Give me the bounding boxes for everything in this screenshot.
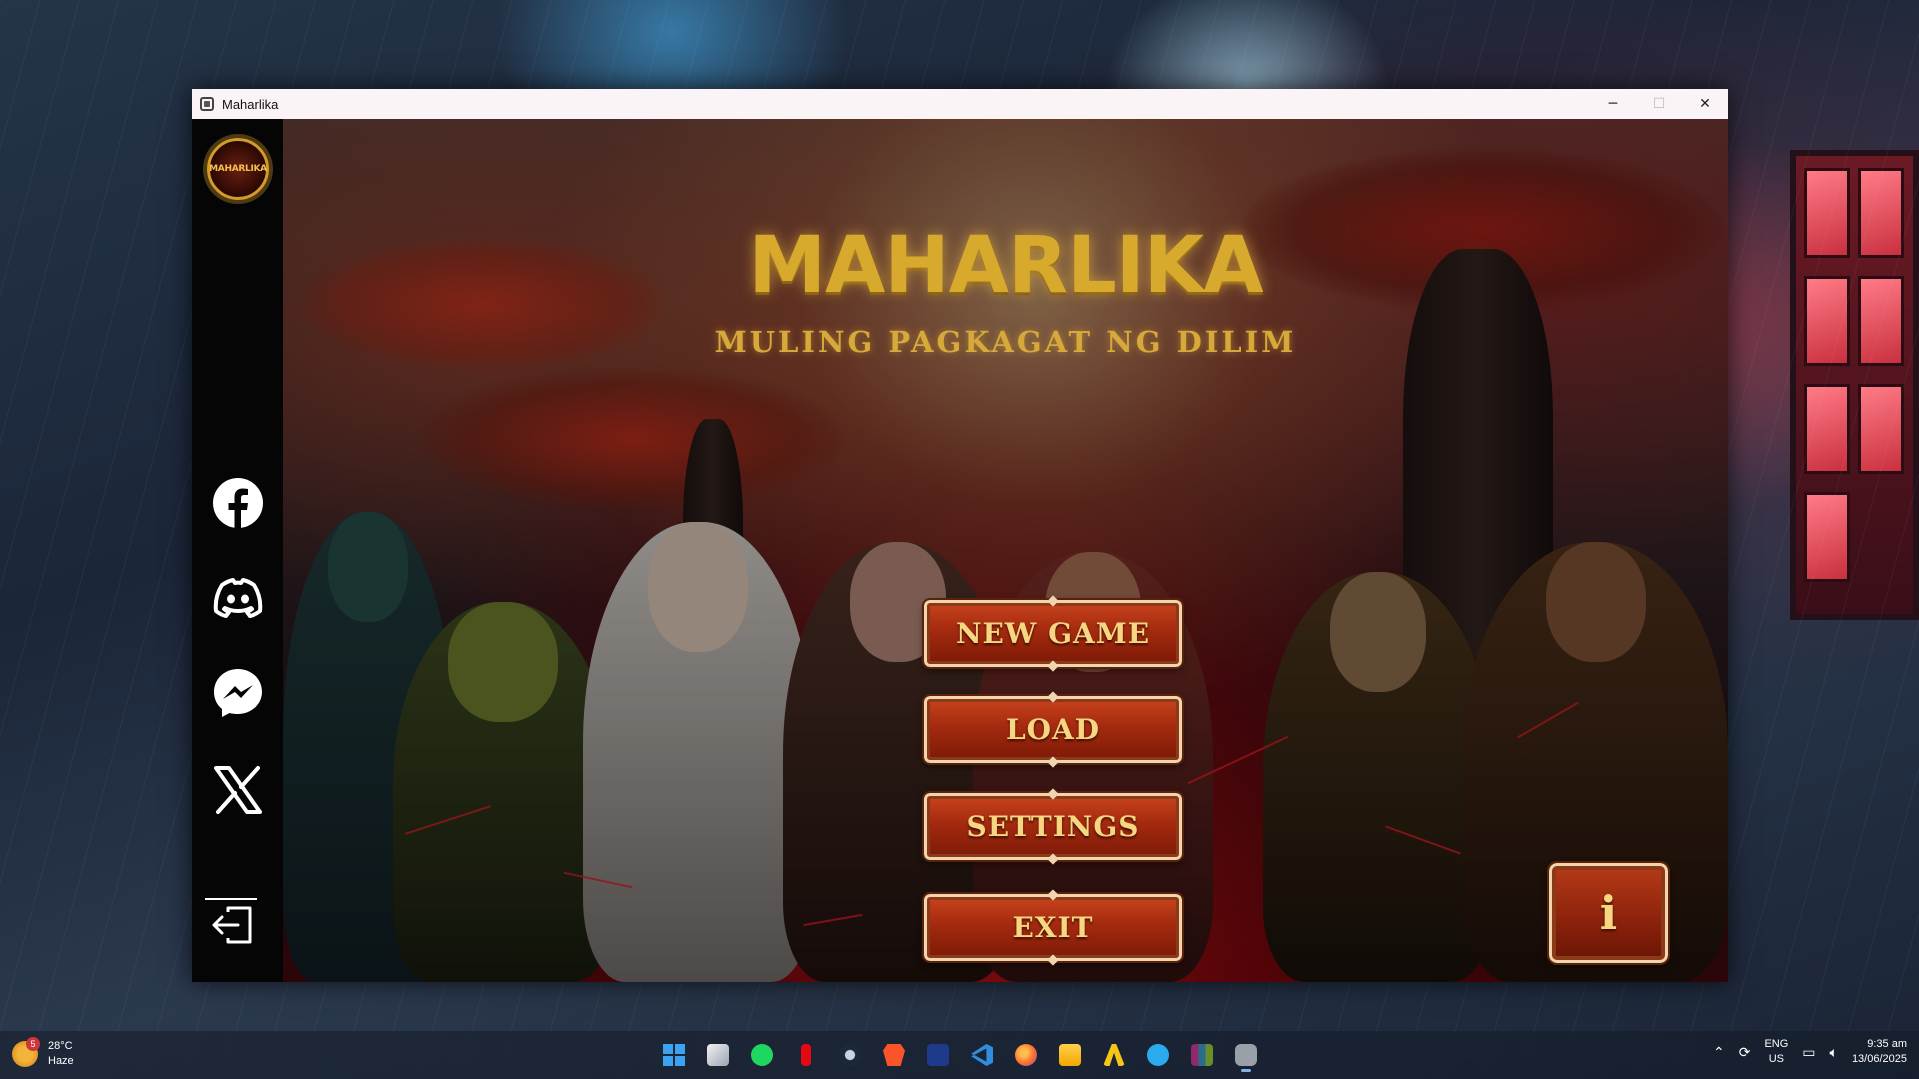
telegram-button[interactable] <box>1140 1037 1176 1073</box>
sidebar: MAHARLIKA <box>192 119 283 982</box>
logo-text: MAHARLIKA <box>209 164 267 174</box>
language-indicator[interactable]: ENG US <box>1764 1037 1788 1067</box>
brave-icon <box>883 1044 905 1066</box>
app-icon-blue <box>927 1044 949 1066</box>
chevron-up-icon[interactable]: ⌃ <box>1713 1044 1725 1061</box>
file-explorer-button[interactable] <box>1052 1037 1088 1073</box>
winrar-button[interactable] <box>1184 1037 1220 1073</box>
facebook-icon <box>213 478 263 529</box>
app-content: MAHARLIKA MAHARLIKA MULING PAGKAGAT NG D… <box>192 119 1728 982</box>
new-game-button[interactable]: NEW GAME <box>922 598 1184 669</box>
network-icon[interactable]: ▭ <box>1802 1044 1815 1061</box>
messenger-icon <box>214 669 262 717</box>
netflix-icon <box>801 1044 811 1066</box>
netflix-button[interactable] <box>788 1037 824 1073</box>
app-button[interactable] <box>920 1037 956 1073</box>
system-tray: ⌃ ⟳ ENG US ▭ 🔈︎ 9:35 am 13/06/2025 <box>1713 1037 1907 1067</box>
weather-sun-icon: 5 <box>12 1037 40 1067</box>
region-code: US <box>1768 1053 1785 1065</box>
steam-icon <box>839 1044 861 1066</box>
vscode-button[interactable] <box>964 1037 1000 1073</box>
app-button-gold[interactable] <box>1096 1037 1132 1073</box>
window-controls: ─ ☐ ✕ <box>1590 89 1728 119</box>
close-button[interactable]: ✕ <box>1682 89 1728 119</box>
taskbar-apps <box>656 1037 1264 1073</box>
weather-info: 28°C Haze <box>48 1039 74 1069</box>
title-bar[interactable]: Maharlika ─ ☐ ✕ <box>192 89 1728 119</box>
game-logo: MAHARLIKA <box>201 137 275 201</box>
taskbar: 5 28°C Haze ⌃ ⟳ ENG US ▭ 🔈︎ 9:35 am 13/0… <box>0 1031 1919 1079</box>
window-title: Maharlika <box>222 96 279 112</box>
clock-date: 13/06/2025 <box>1851 1053 1907 1065</box>
discord-icon <box>213 578 263 618</box>
minimize-button[interactable]: ─ <box>1590 89 1636 119</box>
game-title: MAHARLIKA <box>748 221 1263 311</box>
wallpaper-pane <box>1858 276 1904 366</box>
language-code: ENG <box>1764 1038 1789 1050</box>
info-button[interactable]: i <box>1547 861 1670 965</box>
discord-button[interactable] <box>209 569 267 627</box>
app-icon <box>200 97 214 111</box>
x-icon <box>214 766 262 814</box>
spotify-button[interactable] <box>744 1037 780 1073</box>
telegram-icon <box>1147 1044 1169 1066</box>
clock-time: 9:35 am <box>1867 1038 1907 1050</box>
wallpaper-pane <box>1858 384 1904 474</box>
spotify-icon <box>751 1044 773 1066</box>
wallpaper-pane <box>1858 168 1904 258</box>
windows-icon <box>663 1044 685 1066</box>
wallpaper-pane <box>1804 384 1850 474</box>
x-button[interactable] <box>209 761 267 819</box>
settings-button[interactable]: SETTINGS <box>922 791 1184 862</box>
vscode-icon <box>971 1044 993 1066</box>
winrar-icon <box>1191 1044 1213 1066</box>
weather-alert-badge: 5 <box>26 1037 40 1051</box>
wallpaper-red-window <box>1790 150 1919 620</box>
firefox-icon <box>1015 1044 1037 1066</box>
start-button[interactable] <box>656 1037 692 1073</box>
sync-icon[interactable]: ⟳ <box>1739 1044 1751 1061</box>
brave-button[interactable] <box>876 1037 912 1073</box>
maximize-button[interactable]: ☐ <box>1636 89 1682 119</box>
load-button[interactable]: LOAD <box>922 694 1184 765</box>
logo-emblem: MAHARLIKA <box>207 138 269 200</box>
app-icon-gold <box>1103 1044 1125 1066</box>
firefox-button[interactable] <box>1008 1037 1044 1073</box>
wallpaper-pane <box>1804 276 1850 366</box>
exit-button[interactable]: EXIT <box>922 892 1184 963</box>
wallpaper-pane <box>1804 168 1850 258</box>
game-subtitle: MULING PAGKAGAT NG DILIM <box>714 325 1297 359</box>
folder-icon <box>1059 1044 1081 1066</box>
task-view-button[interactable] <box>700 1037 736 1073</box>
maharlika-app-icon <box>1235 1044 1257 1066</box>
task-view-icon <box>707 1044 729 1066</box>
app-window: Maharlika ─ ☐ ✕ MAHARLIKA MAHARLIKA MULI… <box>192 89 1728 982</box>
messenger-button[interactable] <box>209 664 267 722</box>
quit-button[interactable] <box>205 898 257 950</box>
maharlika-taskbar-button[interactable] <box>1228 1037 1264 1073</box>
weather-temperature: 28°C <box>48 1040 73 1052</box>
facebook-button[interactable] <box>209 474 267 532</box>
weather-widget[interactable]: 5 28°C Haze <box>12 1037 74 1069</box>
steam-button[interactable] <box>832 1037 868 1073</box>
sign-out-icon <box>212 906 252 944</box>
weather-condition: Haze <box>48 1055 74 1067</box>
wallpaper-pane <box>1804 492 1850 582</box>
volume-icon[interactable]: 🔈︎ <box>1830 1044 1838 1061</box>
clock[interactable]: 9:35 am 13/06/2025 <box>1852 1037 1907 1067</box>
